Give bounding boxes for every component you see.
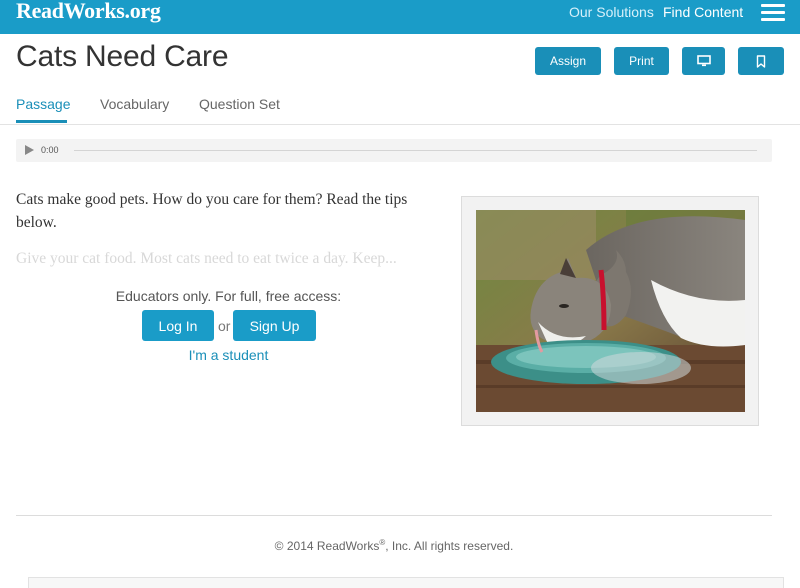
nav-our-solutions[interactable]: Our Solutions: [569, 4, 654, 20]
tab-passage[interactable]: Passage: [16, 96, 70, 112]
audio-time: 0:00: [41, 145, 59, 155]
top-nav-bar: ReadWorks.org Our Solutions Find Content: [0, 0, 800, 34]
tab-question-set[interactable]: Question Set: [199, 96, 280, 112]
print-button[interactable]: Print: [614, 47, 669, 75]
page-title: Cats Need Care: [16, 40, 229, 73]
access-prompt: Educators only. For full, free access:: [115, 288, 342, 304]
passage-text: Cats make good pets. How do you care for…: [16, 191, 408, 231]
tab-divider: [0, 124, 800, 125]
audio-player: 0:00: [16, 139, 772, 162]
active-tab-indicator: [16, 120, 67, 123]
footer-divider: [16, 515, 772, 516]
copyright-text: © 2014 ReadWorks®, Inc. All rights reser…: [0, 538, 788, 553]
assign-button[interactable]: Assign: [535, 47, 601, 75]
bookmark-button[interactable]: [738, 47, 784, 75]
play-icon[interactable]: [25, 145, 34, 155]
bookmark-icon: [756, 54, 766, 68]
readworks-logo[interactable]: ReadWorks.org: [16, 0, 161, 24]
audio-progress-track[interactable]: [74, 150, 757, 151]
student-link[interactable]: I'm a student: [0, 347, 457, 363]
copyright-suffix: , Inc. All rights reserved.: [385, 539, 514, 553]
copyright-prefix: © 2014 ReadWorks: [274, 539, 380, 553]
cat-drinking-image: [476, 210, 745, 412]
bottom-panel: [28, 577, 784, 588]
or-separator: or: [218, 318, 231, 334]
log-in-button[interactable]: Log In: [142, 310, 214, 341]
hamburger-menu-icon[interactable]: [761, 2, 785, 22]
sign-up-button[interactable]: Sign Up: [233, 310, 316, 341]
monitor-icon: [696, 55, 711, 67]
present-button[interactable]: [682, 47, 725, 75]
nav-find-content[interactable]: Find Content: [663, 4, 743, 20]
passage-faded-text: Give your cat food. Most cats need to ea…: [16, 250, 397, 267]
passage-image-frame: [461, 196, 759, 426]
tab-vocabulary[interactable]: Vocabulary: [100, 96, 169, 112]
